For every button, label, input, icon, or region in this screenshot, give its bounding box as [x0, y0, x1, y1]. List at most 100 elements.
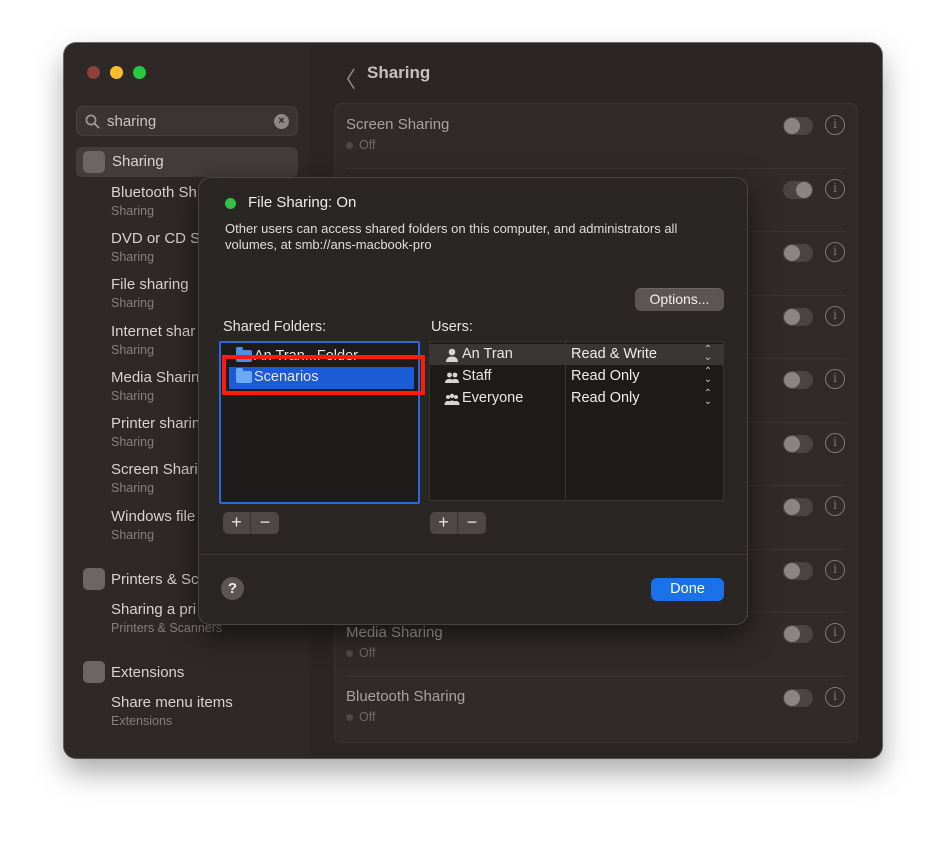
sidebar-item-label: DVD or CD S — [111, 230, 201, 247]
status-dot — [346, 713, 353, 721]
user-name: Everyone — [462, 390, 524, 406]
service-toggle[interactable] — [783, 498, 813, 516]
stepper-down: ⌄ — [703, 396, 713, 407]
user-row-everyone[interactable]: Everyone Read Only ⌃ ⌄ — [430, 388, 723, 409]
user-name: An Tran — [462, 346, 513, 362]
sidebar-item-label: Media Sharin — [111, 369, 200, 386]
extensions-icon — [83, 661, 105, 683]
stepper-down: ⌄ — [703, 374, 713, 385]
service-toggle[interactable] — [783, 625, 813, 643]
permission-stepper-icon[interactable]: ⌃ ⌄ — [703, 389, 713, 407]
remove-folder-button[interactable]: − — [251, 512, 279, 534]
sharing-service-row[interactable]: Bluetooth Sharing Off i — [335, 675, 857, 739]
info-icon[interactable]: i — [825, 559, 845, 580]
sidebar-item-label: Bluetooth Sh — [111, 184, 197, 201]
sidebar-item-sublabel: Sharing — [111, 435, 155, 449]
search-input[interactable]: sharing — [107, 113, 156, 130]
users-list[interactable]: An Tran Read & Write ⌃ ⌄ Staff Read Only … — [429, 341, 724, 501]
sidebar-item-label: Printers & Sc — [111, 571, 199, 588]
sidebar-item-sublabel: Sharing — [111, 389, 155, 403]
clear-search-icon[interactable]: × — [274, 114, 289, 129]
user-name: Staff — [462, 368, 492, 384]
file-sharing-sheet: File Sharing: On Other users can access … — [199, 178, 747, 624]
permission-select[interactable]: Read Only — [571, 390, 640, 406]
page-title: Sharing — [367, 63, 431, 82]
sidebar-item-sublabel: Sharing — [111, 204, 155, 218]
permission-stepper-icon[interactable]: ⌃ ⌄ — [703, 345, 713, 363]
sidebar-item-label: Internet shar — [111, 323, 196, 340]
service-toggle[interactable] — [783, 180, 813, 199]
permission-stepper-icon[interactable]: ⌃ ⌄ — [703, 367, 713, 385]
shared-folders-label: Shared Folders: — [223, 319, 327, 335]
service-toggle[interactable] — [783, 371, 813, 389]
permission-select[interactable]: Read Only — [571, 368, 640, 384]
service-toggle[interactable] — [783, 561, 813, 580]
help-button[interactable]: ? — [221, 577, 244, 600]
printer-icon — [83, 568, 105, 590]
sidebar-item-sublabel: Extensions — [111, 714, 173, 728]
remove-user-button[interactable]: − — [458, 512, 486, 534]
status-dot — [346, 142, 353, 149]
info-icon[interactable]: i — [825, 496, 845, 516]
person-icon — [446, 348, 458, 362]
add-user-button[interactable]: + — [430, 512, 458, 534]
row-divider — [346, 675, 846, 677]
row-divider — [346, 167, 846, 169]
info-icon[interactable]: i — [825, 686, 845, 707]
sidebar-item-label: Sharing — [112, 153, 164, 170]
back-chevron-icon[interactable]: 〈 — [334, 62, 356, 94]
done-button[interactable]: Done — [651, 578, 724, 601]
folders-add-remove: + − — [223, 512, 279, 534]
sidebar-item-label: Share menu items — [111, 694, 233, 711]
annotation-highlight-box — [222, 355, 425, 395]
service-toggle[interactable] — [783, 117, 813, 135]
search-field[interactable]: sharing × — [76, 106, 298, 136]
sidebar-item-label: Extensions — [111, 664, 185, 681]
permission-select[interactable]: Read & Write — [571, 346, 657, 362]
sharing-icon — [83, 151, 105, 173]
service-toggle[interactable] — [783, 434, 813, 453]
service-toggle[interactable] — [783, 307, 813, 326]
minimize-window-button[interactable] — [110, 66, 123, 79]
info-icon[interactable]: i — [825, 115, 845, 135]
info-icon[interactable]: i — [825, 623, 845, 643]
sidebar-item-label: Printer sharin — [111, 415, 201, 432]
service-title: Bluetooth Sharing — [346, 687, 466, 705]
sidebar-item-label: Screen Shari — [111, 461, 198, 478]
sidebar-item-sublabel: Sharing — [111, 528, 155, 542]
info-icon[interactable]: i — [825, 242, 845, 262]
info-icon[interactable]: i — [825, 369, 845, 389]
sidebar-item-label: Windows file — [111, 508, 196, 525]
close-window-button[interactable] — [87, 66, 100, 79]
service-toggle[interactable] — [783, 688, 813, 707]
service-status: Off — [359, 646, 376, 660]
add-folder-button[interactable]: + — [223, 512, 251, 534]
sheet-divider — [199, 554, 747, 555]
zoom-window-button[interactable] — [133, 66, 146, 79]
service-status: Off — [359, 709, 376, 724]
sidebar-item-label: Sharing a pri — [111, 601, 197, 618]
sidebar-item-sublabel: Sharing — [111, 343, 155, 357]
service-toggle[interactable] — [783, 244, 813, 262]
service-title: Media Sharing — [346, 624, 443, 641]
search-icon — [85, 114, 100, 129]
user-row-an-tran[interactable]: An Tran Read & Write ⌃ ⌄ — [430, 344, 723, 365]
group-icon — [445, 372, 459, 383]
user-row-staff[interactable]: Staff Read Only ⌃ ⌄ — [430, 366, 723, 387]
service-title: Screen Sharing — [346, 116, 450, 133]
sidebar-item-sublabel: Sharing — [111, 296, 155, 310]
options-button[interactable]: Options... — [635, 288, 724, 311]
sidebar-item-sharing[interactable]: Sharing — [76, 147, 298, 177]
sidebar-item-sublabel: Sharing — [111, 481, 155, 495]
info-icon[interactable]: i — [825, 178, 845, 199]
sidebar-item-label: File sharing — [111, 276, 189, 293]
info-icon[interactable]: i — [825, 432, 845, 453]
service-status: Off — [359, 138, 376, 152]
users-label: Users: — [431, 319, 473, 335]
info-icon[interactable]: i — [825, 305, 845, 326]
sharing-service-row[interactable]: Screen Sharing Off i — [335, 104, 857, 167]
status-on-indicator — [225, 198, 236, 209]
sheet-description: Other users can access shared folders on… — [225, 221, 678, 252]
stepper-down: ⌄ — [703, 352, 713, 363]
status-dot — [346, 650, 353, 657]
